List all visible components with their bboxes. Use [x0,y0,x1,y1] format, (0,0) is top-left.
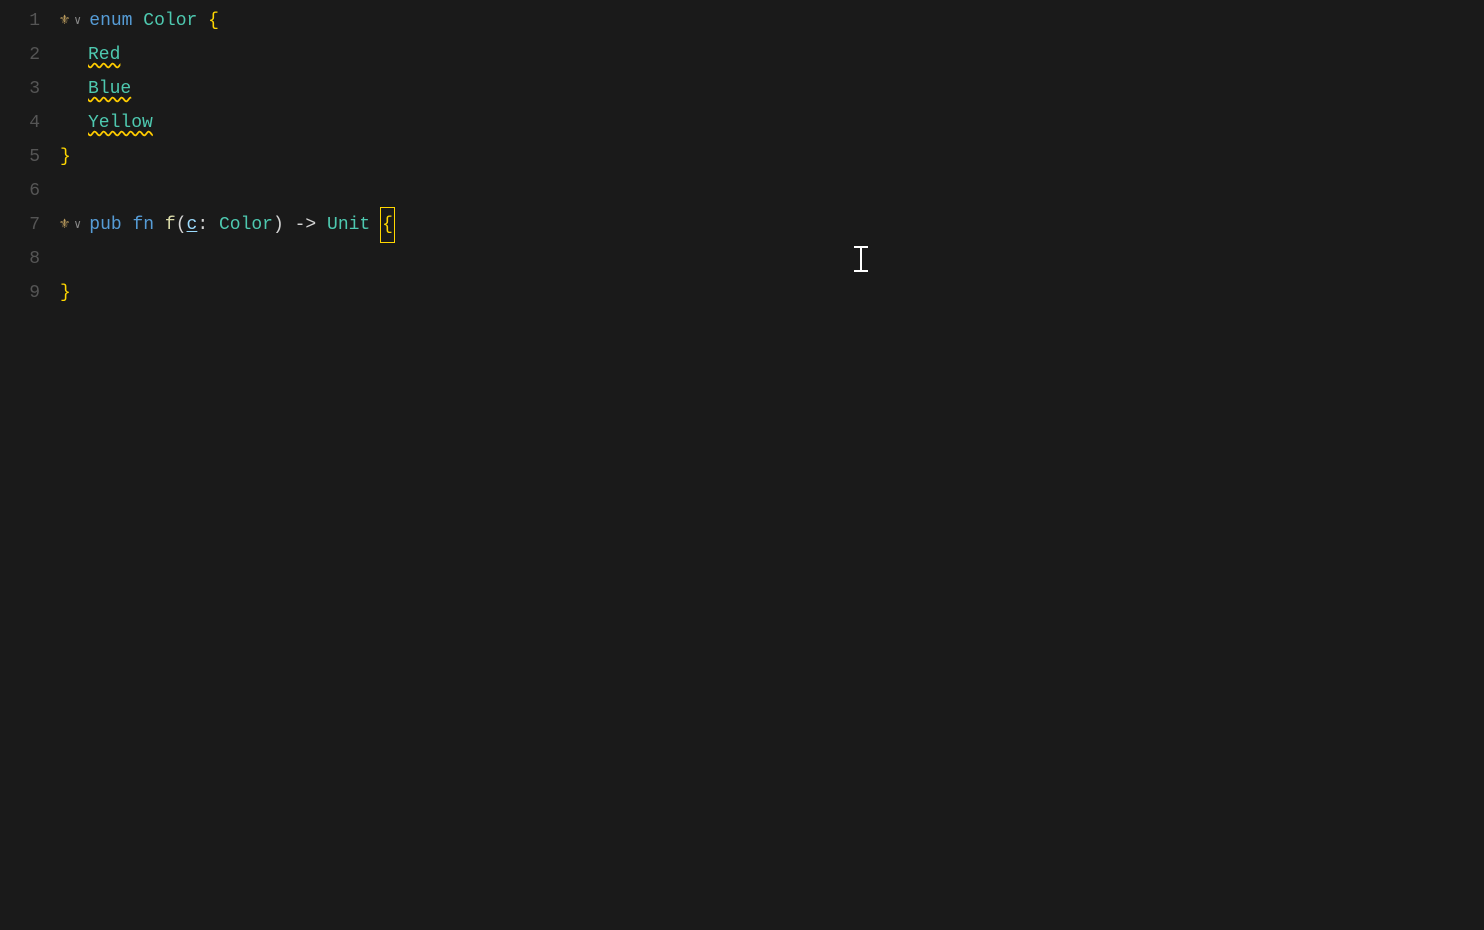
line-number-1: 1 [0,4,40,38]
close-brace-fn: } [60,276,71,310]
open-brace-enum: { [208,4,219,38]
line-number-2: 2 [0,38,40,72]
close-paren: ) [273,208,284,242]
open-paren: ( [176,208,187,242]
keyword-pub: pub [89,208,121,242]
line-numbers: 1 2 3 4 5 6 7 8 9 [0,4,60,930]
param-type-color: Color [219,208,273,242]
text-cursor [850,243,872,275]
code-line-6 [60,174,1484,208]
colon: : [197,208,208,242]
line-number-3: 3 [0,72,40,106]
code-line-5: } [60,140,1484,174]
variant-red: Red [88,38,120,72]
code-line-7: ⚜ ∨ pub fn f ( c : Color ) -> Unit { [60,208,1484,242]
open-brace-fn: { [381,208,394,242]
keyword-enum: enum [89,4,132,38]
variant-yellow: Yellow [88,106,153,140]
code-editor: 1 2 3 4 5 6 7 8 9 ⚜ ∨ enum Color { Red [0,0,1484,930]
code-line-8[interactable] [60,242,1484,276]
line-number-6: 6 [0,174,40,208]
arrow-symbol: -> [295,208,317,242]
return-type-unit: Unit [327,208,370,242]
function-name: f [165,208,176,242]
line-number-5: 5 [0,140,40,174]
line-number-8: 8 [0,242,40,276]
code-line-4: Yellow [60,106,1484,140]
keyword-fn: fn [132,208,154,242]
chevron-down-icon-1[interactable]: ∨ [74,4,81,38]
code-line-1: ⚜ ∨ enum Color { [60,4,1484,38]
line-number-7: 7 [0,208,40,242]
param-c: c [187,208,198,242]
chevron-down-icon-2[interactable]: ∨ [74,208,81,242]
line-number-9: 9 [0,276,40,310]
close-brace-enum: } [60,140,71,174]
variant-blue: Blue [88,72,131,106]
code-line-3: Blue [60,72,1484,106]
code-line-2: Red [60,38,1484,72]
type-color: Color [143,4,197,38]
code-line-9: } [60,276,1484,310]
gutter-icon-1: ⚜ [60,4,69,38]
line-number-4: 4 [0,106,40,140]
gutter-icon-2: ⚜ [60,208,69,242]
code-content[interactable]: ⚜ ∨ enum Color { Red Blue Yellow } [60,4,1484,930]
